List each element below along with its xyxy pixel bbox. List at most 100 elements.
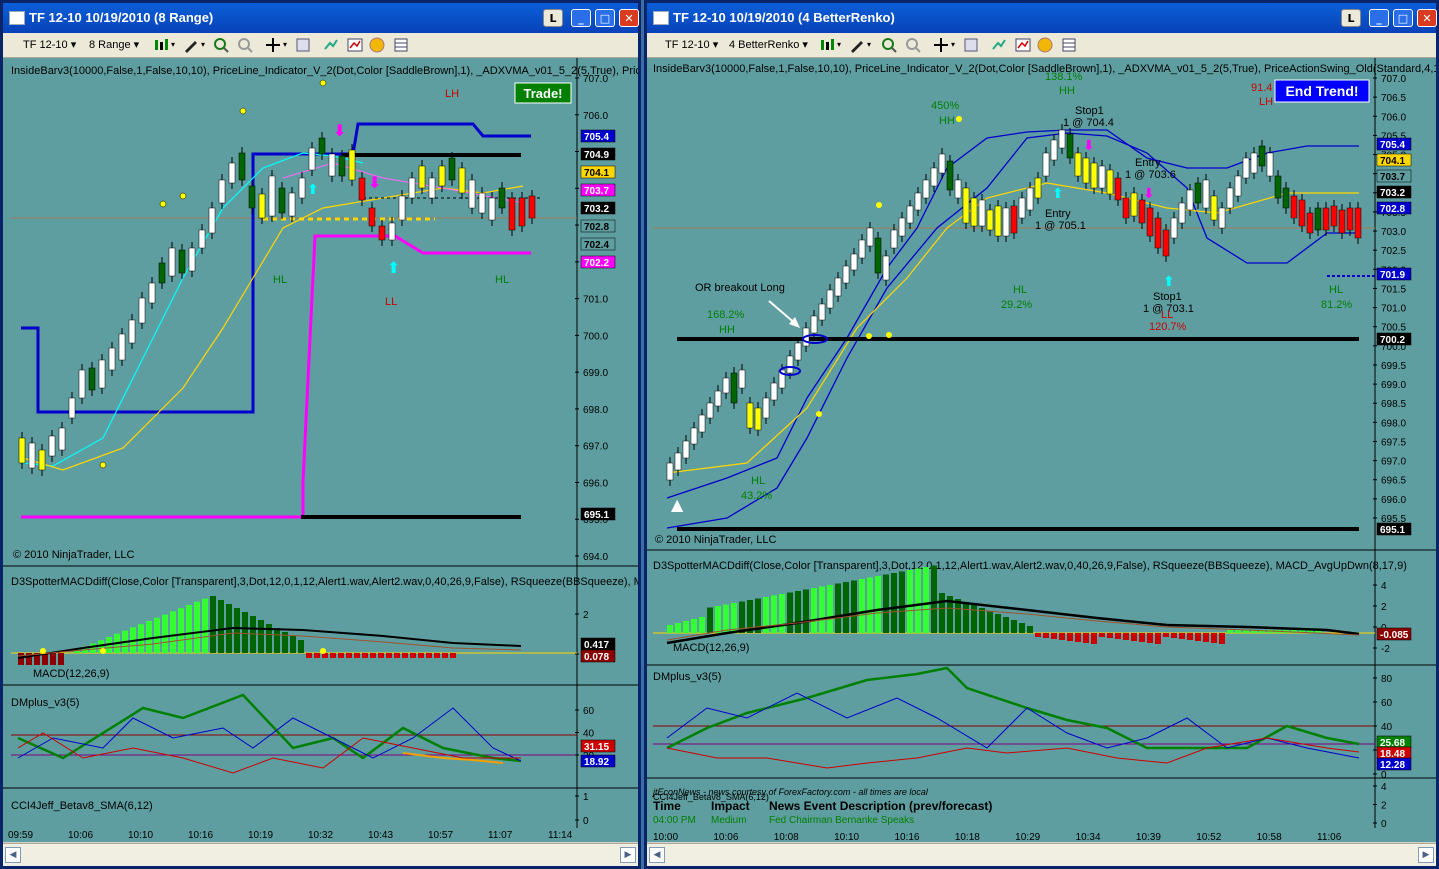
candle [1186, 189, 1194, 211]
candle [158, 262, 166, 284]
crosshair-icon[interactable] [933, 37, 949, 53]
candle [914, 192, 922, 211]
horizontal-scrollbar[interactable]: ◀ ▶ [647, 843, 1436, 866]
swing-percent: 168.2% [707, 309, 745, 321]
zoom-out-icon[interactable] [905, 37, 921, 53]
indicators-icon[interactable] [1015, 37, 1031, 53]
macd-bar [1171, 633, 1177, 638]
draw-pencil-icon[interactable] [183, 37, 199, 53]
candle [138, 297, 146, 324]
bar-type-icon[interactable] [153, 37, 169, 53]
time-tick: 10:39 [1136, 832, 1161, 842]
scroll-right-icon[interactable]: ▶ [620, 847, 636, 863]
indicator-list: InsideBarv3(10000,False,1,False,10,10), … [11, 65, 638, 77]
candle [1178, 202, 1186, 224]
minimize-button[interactable]: _ [1369, 9, 1389, 27]
chart-area[interactable]: InsideBarv3(10000,False,1,False,10,10), … [647, 58, 1436, 842]
crosshair-icon[interactable] [265, 37, 281, 53]
title-bar[interactable]: TF 12-10 10/19/2010 (4 BetterRenko) L _ … [647, 3, 1437, 33]
svg-text:⬆: ⬆ [387, 258, 400, 277]
macd-bar [1163, 633, 1169, 637]
link-button[interactable]: L [543, 9, 563, 27]
data-box-icon[interactable] [393, 37, 409, 53]
maximize-button[interactable]: □ [595, 9, 615, 27]
money-icon[interactable] [1037, 37, 1053, 53]
draw-pencil-icon[interactable] [849, 37, 865, 53]
macd-bar [1011, 620, 1017, 633]
candle [198, 229, 206, 249]
chevron-down-icon[interactable]: ▾ [837, 37, 841, 53]
instrument-selector[interactable]: TF 12-10 ▾ [23, 37, 76, 53]
macd-bar [1027, 626, 1033, 633]
price-tag: 703.2 [1380, 188, 1405, 199]
candle [962, 187, 970, 224]
price-tick: 699.0 [583, 368, 608, 379]
candle [218, 179, 226, 204]
chevron-down-icon[interactable]: ▾ [171, 37, 175, 53]
chart-window-left[interactable]: TF 12-10 10/19/2010 (8 Range) L _ □ ✕ TF… [0, 0, 641, 869]
price-tag: 700.2 [1380, 335, 1405, 346]
candle [1146, 207, 1154, 237]
macd-bar [1099, 633, 1105, 637]
strategy-icon[interactable] [991, 37, 1007, 53]
chevron-down-icon[interactable]: ▾ [201, 37, 205, 53]
macd-bar [819, 586, 825, 633]
maximize-button[interactable]: □ [1393, 9, 1413, 27]
scroll-right-icon[interactable]: ▶ [1418, 847, 1434, 863]
zoom-out-icon[interactable] [237, 37, 253, 53]
macd-bar [338, 653, 344, 658]
chevron-down-icon[interactable]: ▾ [867, 37, 871, 53]
candle [468, 179, 476, 209]
bar-type-icon[interactable] [819, 37, 835, 53]
price-tick: 699.5 [1381, 361, 1406, 372]
data-box-icon[interactable] [1061, 37, 1077, 53]
strategy-icon[interactable] [323, 37, 339, 53]
chevron-down-icon[interactable]: ▾ [283, 37, 287, 53]
period-selector[interactable]: 8 Range ▾ [89, 37, 139, 53]
svg-text:Trade!: Trade! [523, 86, 562, 101]
macd-bar [1227, 630, 1233, 633]
zoom-in-icon[interactable] [213, 37, 229, 53]
macd-bar [851, 580, 857, 633]
period-selector[interactable]: 4 BetterRenko ▾ [729, 37, 808, 53]
chart-svg[interactable]: InsideBarv3(10000,False,1,False,10,10), … [647, 58, 1436, 842]
candle [1050, 139, 1058, 161]
minimize-button[interactable]: _ [571, 9, 591, 27]
macd-bar [450, 653, 456, 658]
macd-tags: 0.4170.078 [580, 637, 616, 663]
zoom-in-icon[interactable] [881, 37, 897, 53]
news-row-impact: Medium [711, 815, 747, 826]
dm-label: DMplus_v3(5) [653, 671, 721, 683]
macd-tag: -0.085 [1380, 630, 1409, 641]
price-tick: 701.5 [1381, 284, 1406, 295]
time-tick: 11:07 [488, 830, 513, 841]
link-button[interactable]: L [1341, 9, 1361, 27]
chart-svg[interactable]: InsideBarv3(10000,False,1,False,10,10), … [3, 58, 638, 842]
dm-tick: 80 [1381, 674, 1393, 685]
entry-label: Entry [1045, 208, 1071, 220]
candle [1074, 152, 1082, 177]
macd-bar [1091, 633, 1097, 644]
properties-icon[interactable] [963, 37, 979, 53]
chart-window-right[interactable]: TF 12-10 10/19/2010 (4 BetterRenko) L _ … [644, 0, 1439, 869]
horizontal-scrollbar[interactable]: ◀ ▶ [3, 843, 638, 866]
price-tick: 694.0 [583, 552, 608, 563]
close-button[interactable]: ✕ [1417, 9, 1437, 27]
instrument-selector[interactable]: TF 12-10 ▾ [665, 37, 718, 53]
dm-tick: 60 [583, 706, 595, 717]
macd-bar [18, 653, 24, 665]
scroll-left-icon[interactable]: ◀ [649, 847, 665, 863]
macd-tag: 0.417 [584, 640, 609, 651]
macd-bar [1107, 633, 1113, 638]
scroll-left-icon[interactable]: ◀ [5, 847, 21, 863]
title-bar[interactable]: TF 12-10 10/19/2010 (8 Range) L _ □ ✕ [3, 3, 639, 33]
money-icon[interactable] [369, 37, 385, 53]
properties-icon[interactable] [295, 37, 311, 53]
close-button[interactable]: ✕ [619, 9, 639, 27]
candle [1082, 157, 1090, 184]
indicators-icon[interactable] [347, 37, 363, 53]
chevron-down-icon[interactable]: ▾ [951, 37, 955, 53]
macd-bar [162, 614, 168, 653]
chart-area[interactable]: InsideBarv3(10000,False,1,False,10,10), … [3, 58, 638, 842]
candle [1034, 177, 1042, 199]
